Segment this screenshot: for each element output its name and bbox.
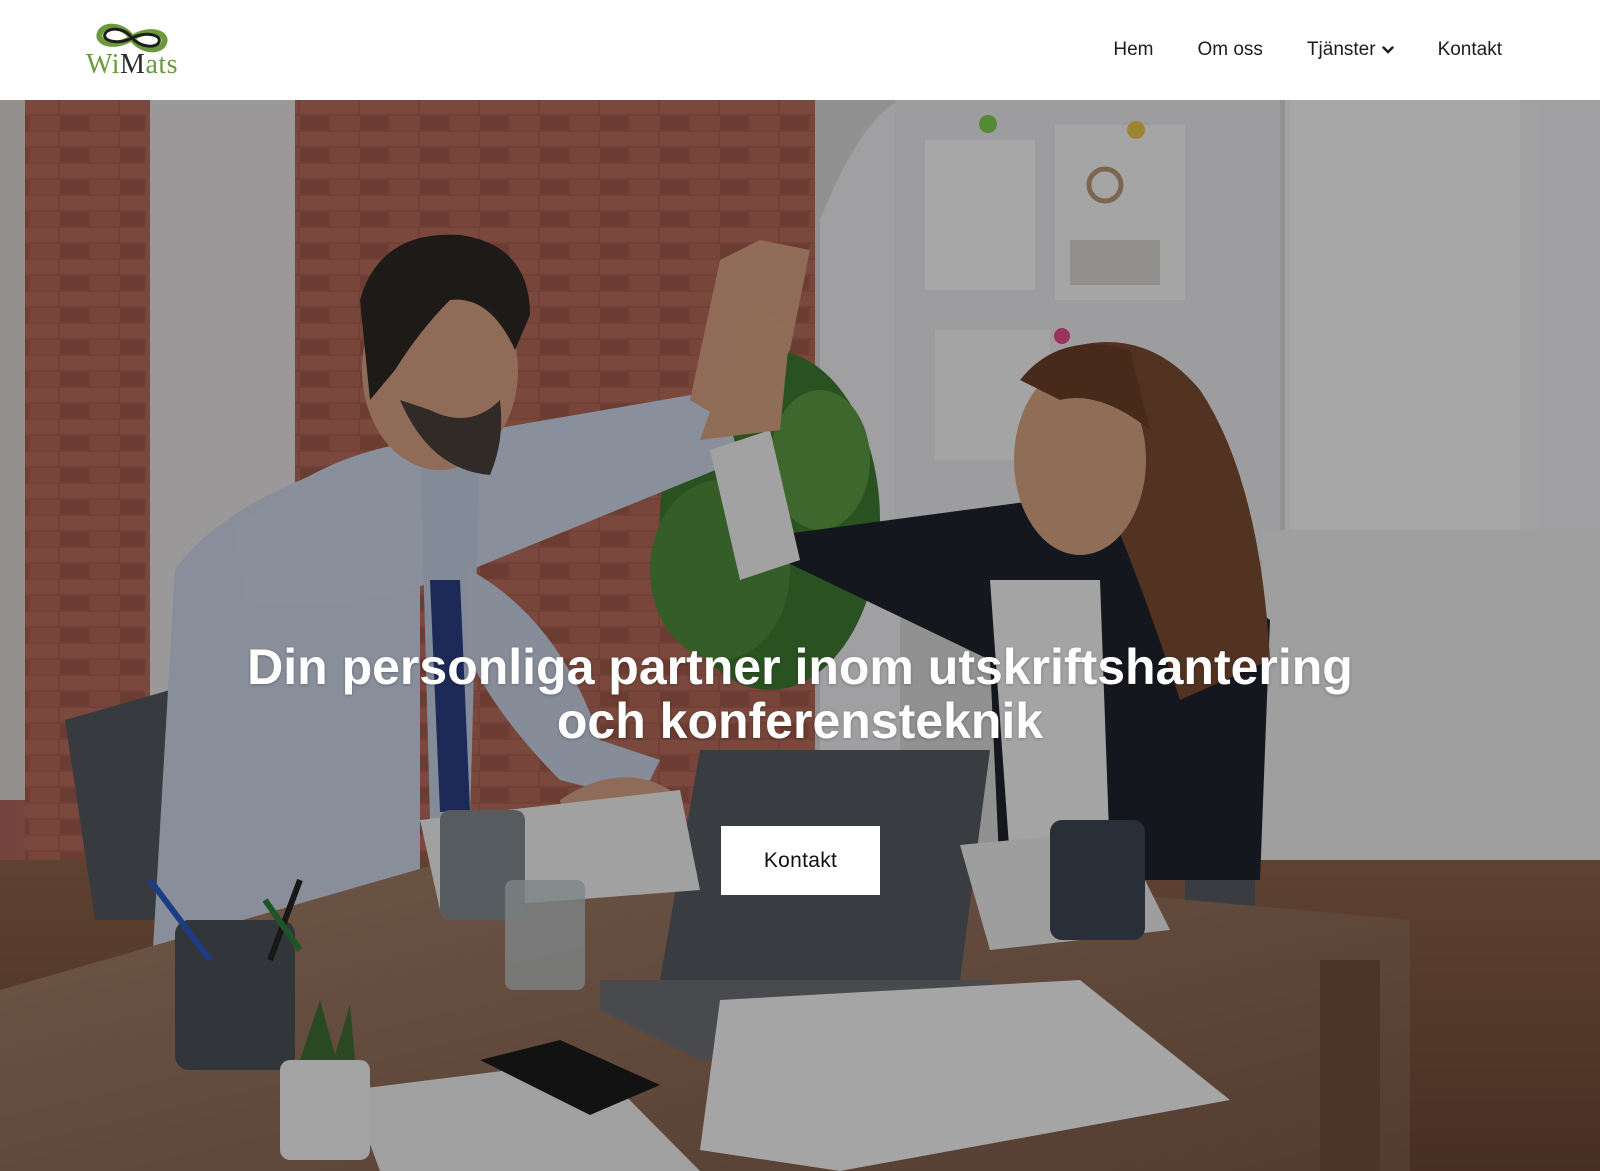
nav-item-label: Kontakt <box>1437 39 1502 60</box>
nav-item-hem[interactable]: Hem <box>1113 39 1153 61</box>
contact-button[interactable]: Kontakt <box>721 826 880 895</box>
nav-item-kontakt[interactable]: Kontakt <box>1438 39 1502 61</box>
hero-title-line2: och konferensteknik <box>556 693 1044 749</box>
logo[interactable]: WiMats <box>80 21 184 79</box>
hero-section: Din personliga partner inom utskriftshan… <box>0 100 1600 1171</box>
nav-item-tjanster[interactable]: Tjänster <box>1307 39 1394 61</box>
nav-item-label: Om oss <box>1197 39 1263 60</box>
nav-item-label: Tjänster <box>1306 39 1376 60</box>
hero-title-line1: Din personliga partner inom utskriftshan… <box>247 639 1353 695</box>
chevron-down-icon <box>1381 46 1394 54</box>
office-high-five-photo <box>0 100 1600 1171</box>
nav-item-om-oss[interactable]: Om oss <box>1197 39 1262 61</box>
site-header: WiMats Hem Om oss Tjänster Kontakt <box>0 0 1600 100</box>
main-nav: Hem Om oss Tjänster Kontakt <box>1113 39 1502 61</box>
nav-item-label: Hem <box>1113 39 1154 60</box>
hero-title: Din personliga partner inom utskriftshan… <box>0 640 1600 748</box>
logo-text: WiMats <box>85 49 179 80</box>
